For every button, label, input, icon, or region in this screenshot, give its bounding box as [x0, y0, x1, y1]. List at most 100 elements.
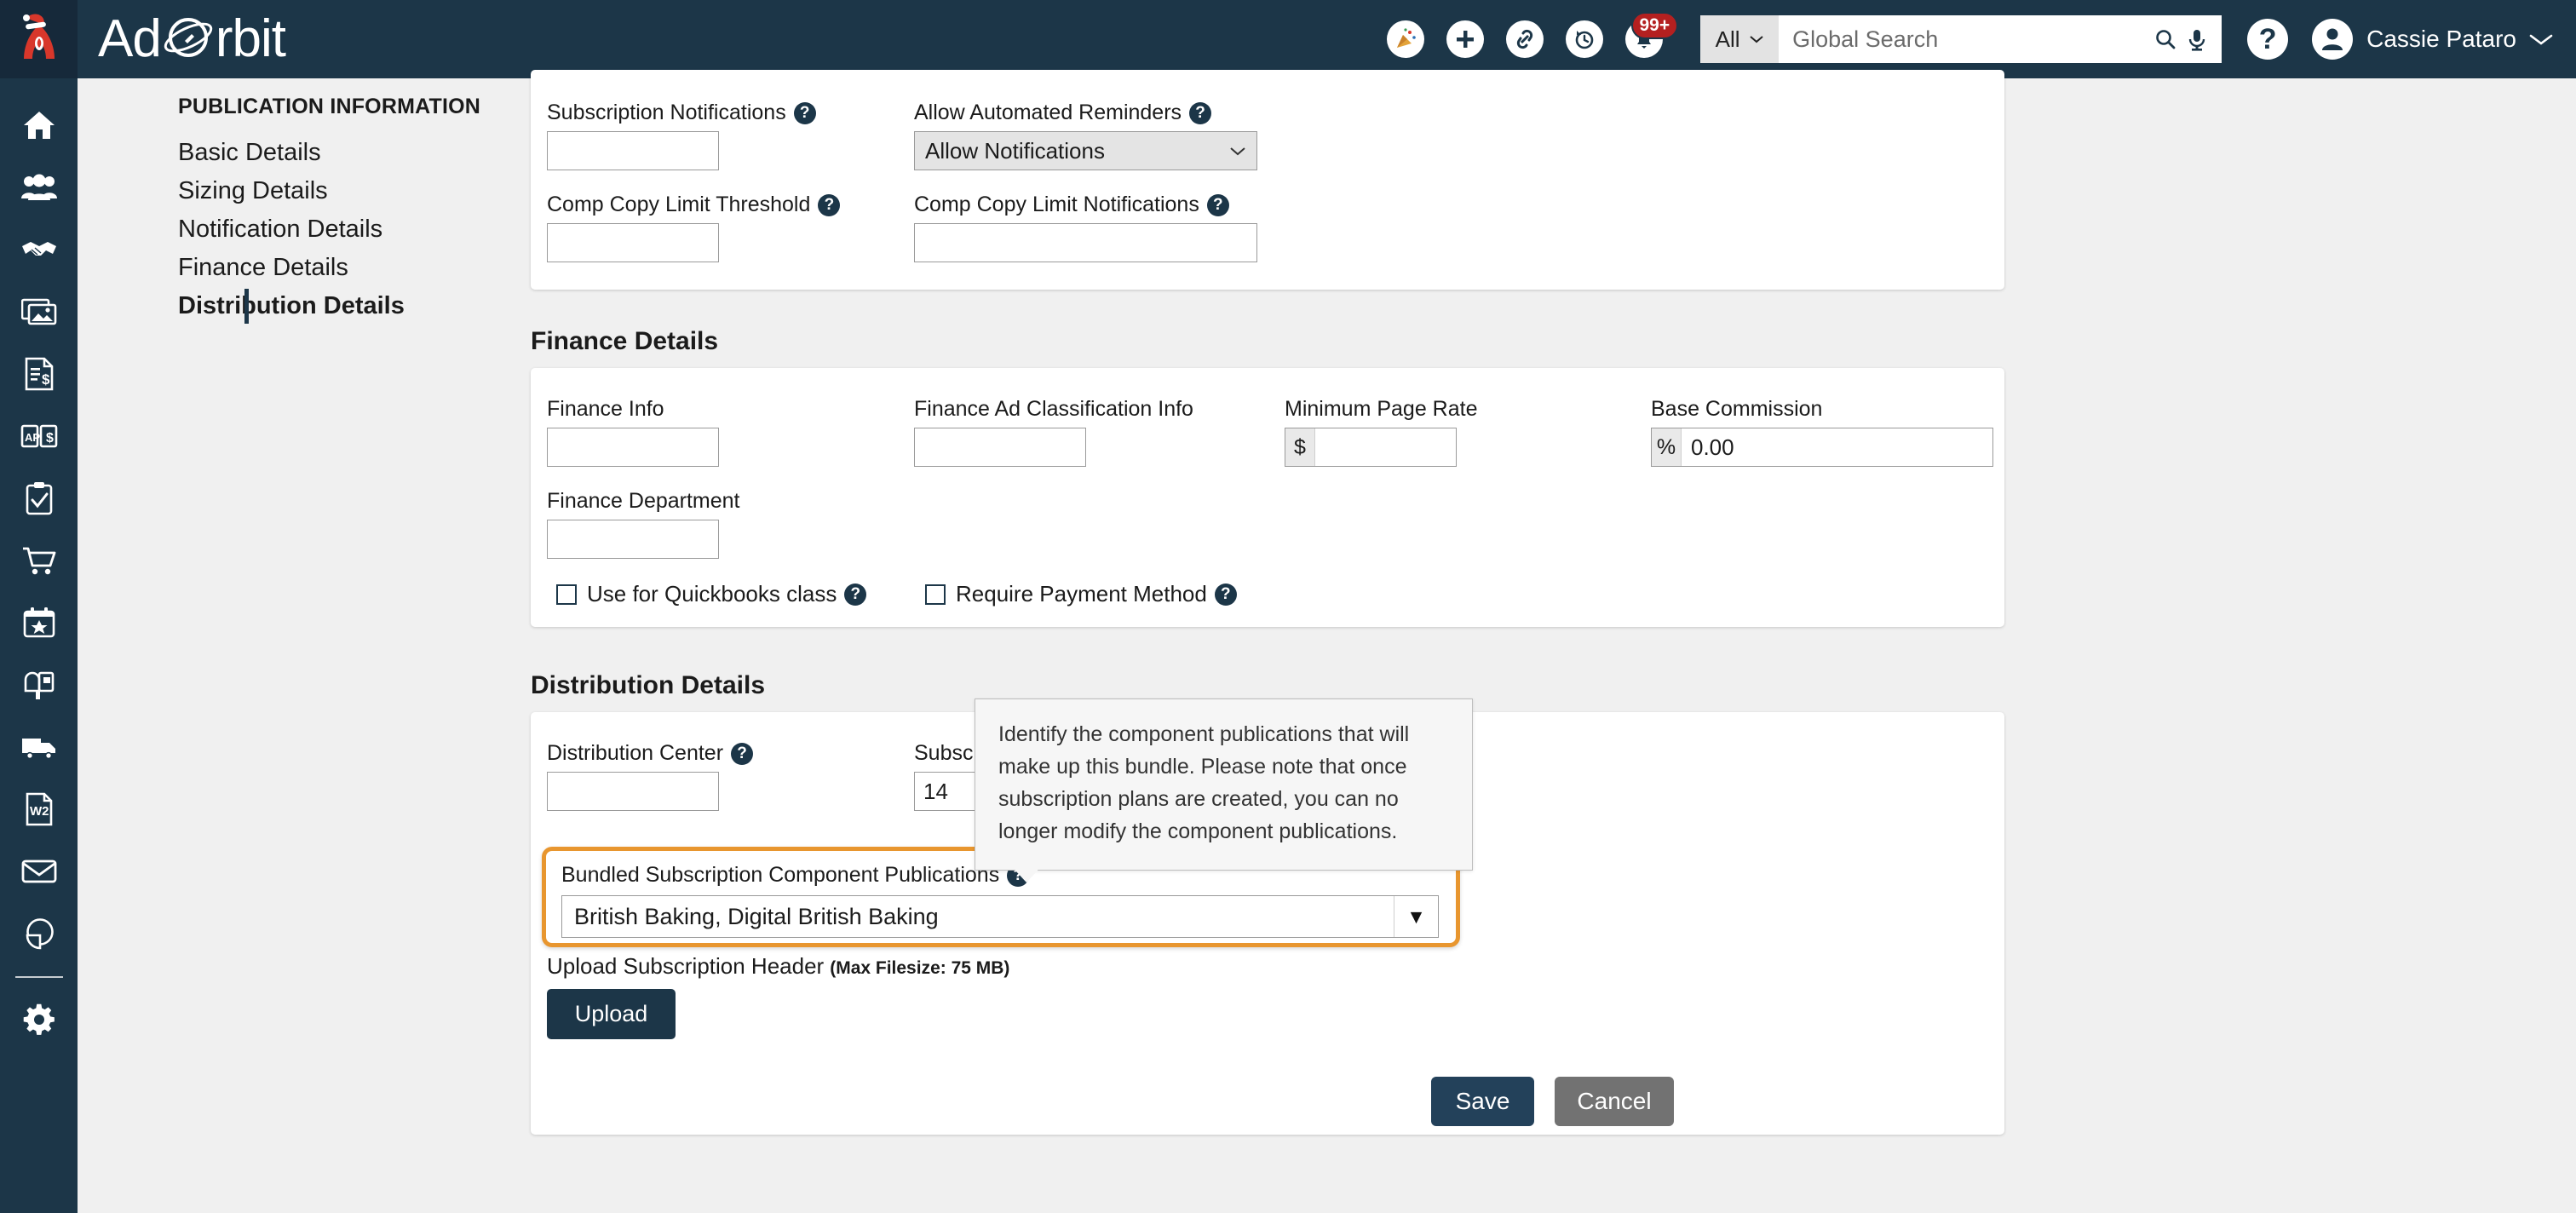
minimum-page-rate-label: Minimum Page Rate: [1285, 397, 1477, 422]
global-search: All Global Search: [1700, 15, 2222, 63]
finance-details-card: Finance Info Finance Ad Classification I…: [531, 368, 2004, 627]
bell-icon[interactable]: 99+: [1625, 12, 1679, 58]
user-icon: [2322, 28, 2343, 50]
search-icon[interactable]: [2153, 27, 2177, 51]
base-commission-input[interactable]: % 0.00: [1651, 428, 1993, 467]
finance-department-label: Finance Department: [547, 489, 740, 514]
save-button[interactable]: Save: [1431, 1077, 1534, 1126]
upload-button[interactable]: Upload: [547, 989, 676, 1039]
sidebar-item-distribution-details[interactable]: Distribution Details: [78, 287, 529, 325]
plus-icon[interactable]: [1446, 20, 1485, 58]
allow-automated-reminders-select[interactable]: Allow Notifications: [914, 131, 1257, 170]
sidebar-item-tasks[interactable]: [0, 467, 78, 529]
help-icon[interactable]: ?: [2247, 19, 2289, 60]
people-icon: [20, 174, 57, 200]
sidebar-item-contacts[interactable]: [0, 156, 78, 218]
minimum-page-rate-input[interactable]: $: [1285, 428, 1457, 467]
dropdown-arrow-icon[interactable]: ▼: [1394, 896, 1438, 937]
subnav-label: Basic Details: [178, 139, 321, 166]
bundled-publications-tooltip: Identify the component publications that…: [975, 698, 1473, 882]
label-text: Finance Ad Classification Info: [914, 397, 1193, 421]
avatar[interactable]: [2312, 19, 2354, 60]
sidebar-item-distribution[interactable]: [0, 716, 78, 778]
brand-wordmark[interactable]: Ad rbit: [98, 0, 286, 78]
photos-icon: [20, 298, 56, 325]
sidebar-item-w2[interactable]: W2: [0, 778, 78, 840]
link-icon[interactable]: [1506, 20, 1544, 58]
allow-automated-reminders-label: Allow Automated Reminders ?: [914, 101, 1212, 125]
label-text: Finance Department: [547, 489, 740, 513]
field-value: 0.00: [1682, 428, 1992, 466]
sidebar-item-home[interactable]: [0, 94, 78, 156]
microphone-icon[interactable]: [2186, 27, 2208, 51]
sidebar-item-settings[interactable]: [0, 988, 78, 1050]
subscription-field-label: Subscr: [914, 741, 980, 766]
celebration-icon[interactable]: [1387, 20, 1425, 58]
help-icon[interactable]: ?: [844, 583, 867, 606]
comp-copy-limit-notifications-label: Comp Copy Limit Notifications ?: [914, 193, 1229, 217]
cancel-button[interactable]: Cancel: [1555, 1077, 1674, 1126]
finance-details-heading: Finance Details: [531, 327, 719, 355]
sidebar-item-accounts-payable[interactable]: AP $: [0, 405, 78, 467]
sidebar-item-mailbox[interactable]: [0, 653, 78, 716]
left-icon-rail: $ AP $ W2: [0, 78, 78, 1213]
sidebar-item-notification-details[interactable]: Notification Details: [78, 210, 529, 249]
user-menu-chevron-icon[interactable]: [2528, 32, 2554, 46]
finance-ad-classification-info-input[interactable]: [914, 428, 1086, 467]
help-icon[interactable]: ?: [1214, 583, 1237, 606]
app-logo[interactable]: [0, 0, 78, 78]
field-value: 14: [923, 778, 948, 804]
user-name-label: Cassie Pataro: [2366, 26, 2516, 52]
sidebar-item-calendar[interactable]: [0, 591, 78, 653]
help-icon[interactable]: ?: [731, 742, 754, 765]
rocket-logo-icon: [22, 14, 55, 59]
help-icon[interactable]: ?: [1206, 193, 1229, 216]
use-for-quickbooks-class-checkbox[interactable]: [556, 584, 577, 605]
sidebar-item-deals[interactable]: [0, 218, 78, 280]
search-scope-dropdown[interactable]: All: [1700, 15, 1780, 63]
upload-limit-text: (Max Filesize: 75 MB): [830, 958, 1010, 978]
svg-text:$: $: [46, 431, 54, 446]
sidebar-item-basic-details[interactable]: Basic Details: [78, 134, 529, 172]
history-clock-icon[interactable]: [1566, 20, 1604, 58]
help-icon[interactable]: ?: [793, 101, 816, 124]
finance-info-input[interactable]: [547, 428, 719, 467]
sidebar-item-reports[interactable]: [0, 902, 78, 964]
help-icon[interactable]: ?: [1189, 101, 1212, 124]
label-text: Bundled Subscription Component Publicati…: [561, 863, 1000, 887]
require-payment-method-checkbox[interactable]: [925, 584, 946, 605]
subscription-notifications-input[interactable]: [547, 131, 719, 170]
home-icon: [23, 111, 55, 139]
tooltip-text: Identify the component publications that…: [998, 722, 1410, 843]
require-payment-method-row[interactable]: Require Payment Method ?: [925, 581, 1237, 607]
calendar-star-icon: [23, 606, 55, 637]
sidebar-item-sizing-details[interactable]: Sizing Details: [78, 172, 529, 210]
brand-text-orbit: rbit: [215, 9, 286, 68]
upload-subscription-header-label: Upload Subscription Header (Max Filesize…: [547, 953, 1009, 980]
label-text: Distribution Center: [547, 741, 724, 765]
finance-ad-classification-info-label: Finance Ad Classification Info: [914, 397, 1193, 422]
sidebar-item-invoices[interactable]: $: [0, 342, 78, 405]
comp-copy-limit-threshold-input[interactable]: [547, 223, 719, 262]
publication-sub-navigation: PUBLICATION INFORMATION Basic Details Si…: [78, 78, 529, 1213]
comp-copy-limit-notifications-input[interactable]: [914, 223, 1257, 262]
form-action-buttons: Save Cancel: [529, 1077, 2576, 1126]
label-text: Subscr: [914, 741, 980, 765]
finance-department-input[interactable]: [547, 520, 719, 559]
bundled-publications-select[interactable]: British Baking, Digital British Baking ▼: [561, 895, 1439, 938]
sidebar-item-email[interactable]: [0, 840, 78, 902]
checkbox-label: Use for Quickbooks class: [587, 581, 837, 606]
svg-text:$: $: [42, 371, 50, 388]
sidebar-item-finance-details[interactable]: Finance Details: [78, 249, 529, 287]
global-search-input[interactable]: Global Search: [1779, 15, 2222, 63]
help-icon[interactable]: ?: [818, 193, 841, 216]
base-commission-label: Base Commission: [1651, 397, 1822, 422]
label-text: Subscription Notifications: [547, 101, 786, 124]
distribution-center-input[interactable]: [547, 772, 719, 811]
sidebar-item-media[interactable]: [0, 280, 78, 342]
field-value: [1315, 428, 1456, 466]
subnav-title: PUBLICATION INFORMATION: [178, 95, 481, 118]
use-for-quickbooks-class-row[interactable]: Use for Quickbooks class ?: [556, 581, 867, 607]
sidebar-item-orders[interactable]: [0, 529, 78, 591]
gear-icon: [23, 1003, 55, 1035]
